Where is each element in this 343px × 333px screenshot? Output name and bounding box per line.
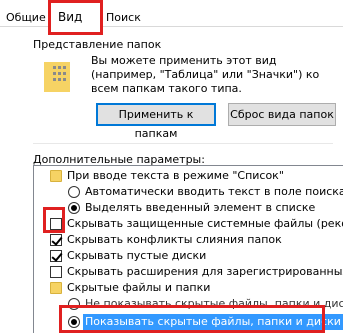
folder-icon — [50, 170, 62, 182]
tree-group-hidden-files[interactable]: Скрытые файлы и папки — [34, 280, 343, 296]
folder-view-title: Представление папок — [33, 38, 162, 51]
checkbox-hide-extensions[interactable] — [50, 266, 62, 278]
annotation-highlight-checkbox — [43, 207, 65, 233]
radio-auto-type-search[interactable] — [68, 186, 80, 198]
section-separator — [33, 143, 333, 144]
tree-item-label: Скрытые файлы и папки — [67, 281, 211, 294]
folder-options-window: Общие Вид Поиск Представление папок Вы м… — [0, 0, 343, 333]
tab-general[interactable]: Общие — [6, 11, 46, 24]
tree-item-hide-empty-drives[interactable]: Скрывать пустые диски — [34, 248, 343, 264]
tree-item-label: Скрывать расширения для зарегистрированн… — [67, 265, 343, 278]
checkbox-hide-empty-drives[interactable] — [50, 250, 62, 262]
apply-to-folders-button[interactable]: Применить к папкам — [96, 103, 216, 140]
tree-item-hide-merge-conflicts[interactable]: Скрывать конфликты слияния папок — [34, 232, 343, 248]
tree-item-label: Скрывать пустые диски — [67, 249, 207, 262]
annotation-highlight-show-hidden — [59, 305, 325, 333]
tree-group-list-typing[interactable]: При вводе текста в режиме "Список" — [34, 168, 343, 184]
tree-item-label: Автоматически вводить текст в поле поиск… — [85, 185, 343, 198]
radio-select-typed[interactable] — [68, 202, 80, 214]
folder-icon — [50, 282, 62, 294]
tab-bar: Общие Вид Поиск — [0, 0, 343, 35]
tab-view[interactable]: Вид — [48, 0, 103, 35]
tree-item-hide-extensions[interactable]: Скрывать расширения для зарегистрированн… — [34, 264, 343, 280]
tab-view-label: Вид — [58, 10, 83, 24]
tree-item-label: Скрывать защищенные системные файлы (рек… — [67, 217, 343, 230]
tab-search[interactable]: Поиск — [106, 11, 141, 24]
checkbox-hide-merge-conflicts[interactable] — [50, 234, 62, 246]
tree-item-label: При вводе текста в режиме "Список" — [67, 169, 284, 182]
tree-item-label: Выделять введенный элемент в списке — [85, 201, 316, 214]
tree-item-label: Скрывать конфликты слияния папок — [67, 233, 282, 246]
tree-item-auto-type-search[interactable]: Автоматически вводить текст в поле поиск… — [34, 184, 343, 200]
tree-item-hide-protected-files[interactable]: Скрывать защищенные системные файлы (рек… — [34, 216, 343, 232]
reset-folders-button[interactable]: Сброс вида папок — [228, 103, 336, 126]
folder-view-icon — [44, 62, 70, 92]
folder-view-description: Вы можете применить этот вид (например, … — [91, 54, 320, 95]
tree-item-select-typed[interactable]: Выделять введенный элемент в списке — [34, 200, 343, 216]
